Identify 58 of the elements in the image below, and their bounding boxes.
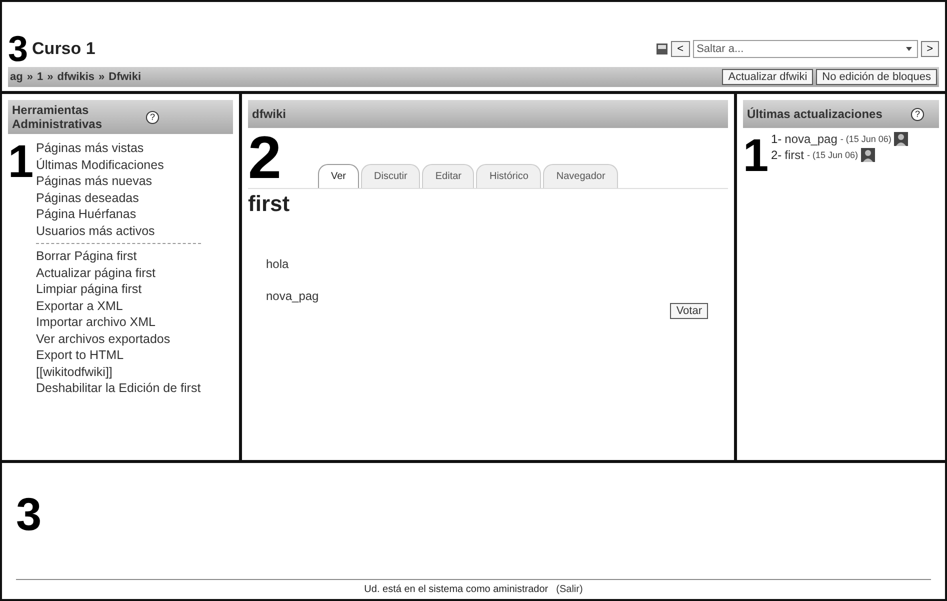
next-button[interactable]: > [920, 41, 939, 57]
tab[interactable]: Navegador [543, 164, 618, 188]
update-date: - (15 Jun 06) [807, 150, 858, 160]
admin-link[interactable]: Borrar Página first [36, 248, 201, 264]
region-number: 3 [16, 491, 43, 537]
item-number: 2- [771, 148, 782, 162]
tab[interactable]: Editar [422, 164, 474, 188]
page-link[interactable]: hola [266, 257, 728, 271]
login-info: Ud. está en el sistema como aministrador [364, 584, 548, 595]
tab[interactable]: Ver [318, 164, 360, 188]
admin-link[interactable]: Actualizar página first [36, 264, 201, 281]
header-button[interactable]: No edición de bloques [816, 69, 937, 85]
update-date: - (15 Jun 06) [840, 134, 892, 144]
region-number: 3 [8, 31, 28, 67]
admin-link[interactable]: Importar archivo XML [36, 314, 201, 330]
admin-link[interactable]: Páginas más nuevas [36, 173, 201, 190]
breadcrumb-link[interactable]: 1 [36, 71, 44, 83]
block-title: dfwiki [252, 107, 286, 121]
admin-link[interactable]: Página Huérfanas [36, 206, 201, 222]
page-link[interactable]: nova_pag [266, 289, 728, 303]
breadcrumb-separator: » [47, 71, 54, 83]
block-title: Herramientas Administrativas [12, 103, 104, 131]
jump-select[interactable]: Saltar a... [692, 40, 918, 58]
admin-link[interactable]: Export to HTML [36, 347, 201, 364]
admin-link[interactable]: Deshabilitar la Edición de first [36, 380, 201, 396]
page-link[interactable]: nova_pag [784, 132, 838, 146]
admin-link[interactable]: Usuarios más activos [36, 222, 201, 239]
logout-link[interactable]: (Salir) [556, 584, 583, 595]
breadcrumb-separator: » [26, 71, 33, 83]
breadcrumb-link[interactable]: Dfwiki [108, 71, 142, 83]
page-icon[interactable] [656, 43, 668, 55]
breadcrumb-link[interactable]: ag [10, 71, 23, 83]
help-icon[interactable]: ? [911, 108, 924, 120]
region-number: 1 [743, 132, 767, 178]
block-title: Últimas actualizaciones [747, 107, 884, 121]
help-icon[interactable]: ? [146, 110, 159, 124]
admin-link[interactable]: [[wikitodfwiki]] [36, 364, 201, 380]
admin-link[interactable]: Exportar a XML [36, 298, 201, 314]
breadcrumb-separator: » [98, 71, 105, 83]
previous-button[interactable]: < [671, 41, 690, 57]
header-button[interactable]: Actualizar dfwiki [722, 69, 814, 85]
admin-link[interactable]: Ver archivos exportados [36, 330, 201, 347]
user-avatar-icon[interactable] [894, 132, 908, 146]
breadcrumb-link[interactable]: dfwikis [57, 71, 95, 83]
tab[interactable]: Discutir [361, 164, 420, 188]
admin-link[interactable]: Limpiar página first [36, 281, 201, 298]
user-avatar-icon[interactable] [861, 148, 876, 162]
admin-link[interactable]: Páginas deseadas [36, 190, 201, 206]
region-number: 1 [8, 138, 32, 189]
page-link[interactable]: first [784, 148, 804, 162]
region-number: 2 [248, 128, 282, 188]
admin-link[interactable]: Páginas más vistas [36, 140, 201, 156]
tab[interactable]: Histórico [476, 164, 542, 188]
item-number: 1- [771, 132, 782, 146]
vote-button[interactable]: Votar [670, 303, 708, 319]
page-title: first [248, 191, 291, 217]
course-title: Curso 1 [32, 39, 96, 59]
admin-link[interactable]: Últimas Modificaciones [36, 156, 201, 173]
